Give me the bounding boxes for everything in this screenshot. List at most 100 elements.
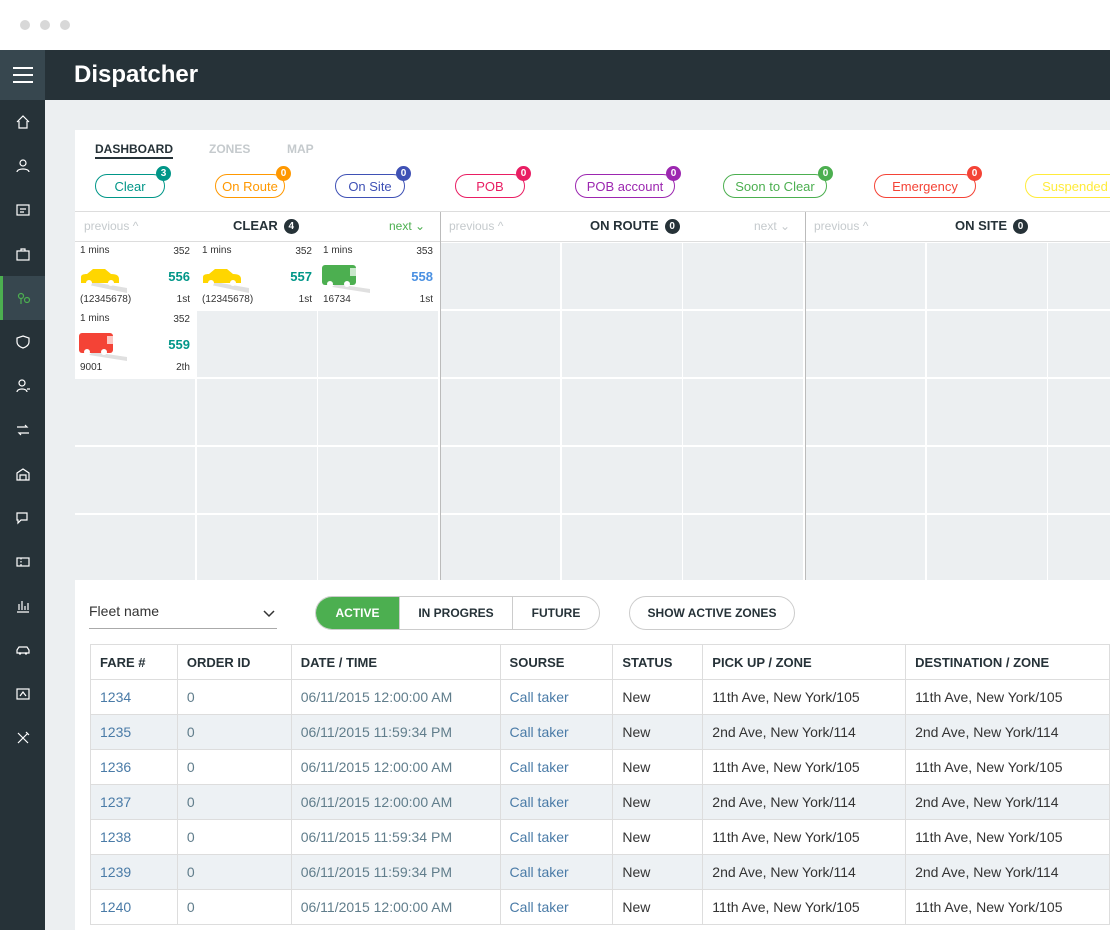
vehicle-card[interactable]: 1 mins 352 556 (12345678) 1st — [75, 243, 195, 309]
table-row[interactable]: 1236 0 06/11/2015 12:00:00 AM Call taker New… — [90, 749, 1110, 785]
fleet-name-select[interactable]: Fleet name — [89, 600, 277, 629]
board-slot — [562, 243, 682, 309]
table-row[interactable]: 1234 0 06/11/2015 12:00:00 AM Call taker New… — [90, 679, 1110, 715]
tab-map[interactable]: MAP — [287, 142, 314, 156]
sidebar-item-report[interactable] — [0, 188, 45, 232]
column-header[interactable]: FARE # — [90, 644, 178, 680]
table-row[interactable]: 1237 0 06/11/2015 12:00:00 AM Call taker New… — [90, 784, 1110, 820]
previous-page-link[interactable]: previous ^ — [449, 219, 503, 233]
sidebar-item-routes[interactable] — [0, 408, 45, 452]
table-header-row: FARE # ORDER ID DATE / TIME SOURSE STATUS PIC… — [90, 644, 1110, 680]
tab-zones[interactable]: ZONES — [209, 142, 250, 156]
status-pill-pob-account[interactable]: POB account 0 — [575, 166, 681, 198]
column-header[interactable]: ORDER ID — [176, 644, 292, 680]
status-pill-clear[interactable]: Clear 3 — [95, 166, 171, 198]
table-cell: 2nd Ave, New York/114 — [702, 784, 907, 820]
sidebar-item-home[interactable] — [0, 100, 45, 144]
sidebar-item-chat[interactable] — [0, 496, 45, 540]
previous-page-link[interactable]: previous ^ — [814, 219, 868, 233]
future-orders-button[interactable]: FUTURE — [512, 597, 599, 629]
sidebar-item-billing[interactable] — [0, 672, 45, 716]
main-area: DASHBOARD ZONES MAP Clear 3 On Route 0 On Si… — [45, 100, 1110, 930]
sidebar-item-stats[interactable] — [0, 584, 45, 628]
window-dot-icon[interactable] — [20, 20, 30, 30]
table-cell: 0 — [176, 889, 292, 925]
status-pill-emergency[interactable]: Emergency 0 — [874, 166, 982, 198]
previous-page-link[interactable]: previous ^ — [84, 219, 138, 233]
board-slot — [1048, 447, 1110, 513]
home-icon — [16, 115, 29, 129]
table-cell: 06/11/2015 11:59:34 PM — [290, 854, 501, 890]
vehicle-card[interactable]: 1 mins 352 557 (12345678) 1st — [197, 243, 317, 309]
board-slot — [197, 515, 317, 581]
table-cell: Call taker — [499, 819, 614, 855]
van-icon — [79, 331, 129, 361]
sidebar-item-car[interactable] — [0, 628, 45, 672]
status-pill-label: On Route — [222, 178, 278, 194]
table-cell: 11th Ave, New York/105 — [905, 889, 1110, 925]
status-pill-label: Suspended — [1042, 178, 1108, 194]
column-header[interactable]: DESTINATION / ZONE — [905, 644, 1110, 680]
show-active-zones-button[interactable]: SHOW ACTIVE ZONES — [629, 596, 795, 630]
board-slot — [440, 515, 560, 581]
table-row[interactable]: 1238 0 06/11/2015 11:59:34 PM Call taker New… — [90, 819, 1110, 855]
vehicle-wait-time: 1 mins — [80, 313, 110, 324]
sidebar-item-garage[interactable] — [0, 452, 45, 496]
status-pill-on-route[interactable]: On Route 0 — [215, 166, 291, 198]
column-divider — [440, 212, 441, 581]
status-pill-pob[interactable]: POB 0 — [455, 166, 531, 198]
table-cell: 06/11/2015 11:59:34 PM — [290, 819, 501, 855]
vehicle-queue-position: 1st — [419, 294, 433, 305]
vehicle-id: (12345678) — [202, 294, 254, 305]
column-header[interactable]: PICK UP / ZONE — [702, 644, 907, 680]
table-cell: 1239 — [90, 854, 178, 890]
table-cell: 11th Ave, New York/105 — [905, 679, 1110, 715]
vehicle-card[interactable]: 1 mins 353 558 16734 1st — [318, 243, 438, 309]
status-pill-soon-to-clear[interactable]: Soon to Clear 0 — [723, 166, 833, 198]
sidebar-item-briefcase[interactable] — [0, 232, 45, 276]
status-filter-bar: Clear 3 On Route 0 On Site 0 POB 0 POB account 0 S… — [75, 166, 1110, 212]
status-pill-on-site[interactable]: On Site 0 — [335, 166, 411, 198]
table-row[interactable]: 1235 0 06/11/2015 11:59:34 PM Call taker New… — [90, 714, 1110, 750]
column-header[interactable]: SOURSE — [499, 644, 614, 680]
vehicle-card[interactable]: 1 mins 352 559 9001 2th — [75, 311, 195, 377]
column-header-on-route: previous ^ ON ROUTE 0 next ⌄ — [440, 212, 805, 242]
tab-dashboard[interactable]: DASHBOARD — [95, 142, 173, 159]
window-dot-icon[interactable] — [40, 20, 50, 30]
sidebar-item-driver[interactable] — [0, 364, 45, 408]
table-row[interactable]: 1240 0 06/11/2015 12:00:00 AM Call taker New… — [90, 889, 1110, 925]
board-slot — [197, 311, 317, 377]
table-row[interactable]: 1239 0 06/11/2015 11:59:34 PM Call taker New… — [90, 854, 1110, 890]
order-filter-segment: ACTIVE IN PROGRES FUTURE — [315, 596, 600, 630]
board-slot — [318, 515, 438, 581]
board-slot — [927, 447, 1047, 513]
table-cell: 11th Ave, New York/105 — [702, 679, 907, 715]
table-cell: 0 — [176, 819, 292, 855]
next-page-link[interactable]: next ⌄ — [389, 219, 425, 233]
sidebar-item-tools[interactable] — [0, 716, 45, 760]
column-header[interactable]: STATUS — [612, 644, 704, 680]
status-pill-label: POB account — [586, 178, 664, 194]
board-slot — [805, 515, 925, 581]
table-cell: Call taker — [499, 889, 614, 925]
active-orders-button[interactable]: ACTIVE — [316, 597, 399, 629]
table-cell: 11th Ave, New York/105 — [905, 819, 1110, 855]
board-slot — [1048, 515, 1110, 581]
next-page-link[interactable]: next ⌄ — [754, 219, 790, 233]
sidebar-item-dispatch[interactable] — [0, 276, 45, 320]
board-slot — [805, 447, 925, 513]
sidebar-item-tickets[interactable] — [0, 540, 45, 584]
van-icon — [322, 263, 372, 293]
board-slot — [562, 447, 682, 513]
sidebar-item-user[interactable] — [0, 144, 45, 188]
column-header[interactable]: DATE / TIME — [290, 644, 501, 680]
status-pill-count-badge: 0 — [666, 166, 681, 181]
status-pill-suspended[interactable]: Suspended — [1025, 174, 1110, 198]
window-dot-icon[interactable] — [60, 20, 70, 30]
board-slot — [75, 379, 195, 445]
in-progress-orders-button[interactable]: IN PROGRES — [399, 597, 512, 629]
board-slot — [927, 311, 1047, 377]
sidebar-item-shield[interactable] — [0, 320, 45, 364]
car-icon — [201, 263, 251, 293]
hamburger-menu-icon[interactable] — [0, 50, 45, 100]
